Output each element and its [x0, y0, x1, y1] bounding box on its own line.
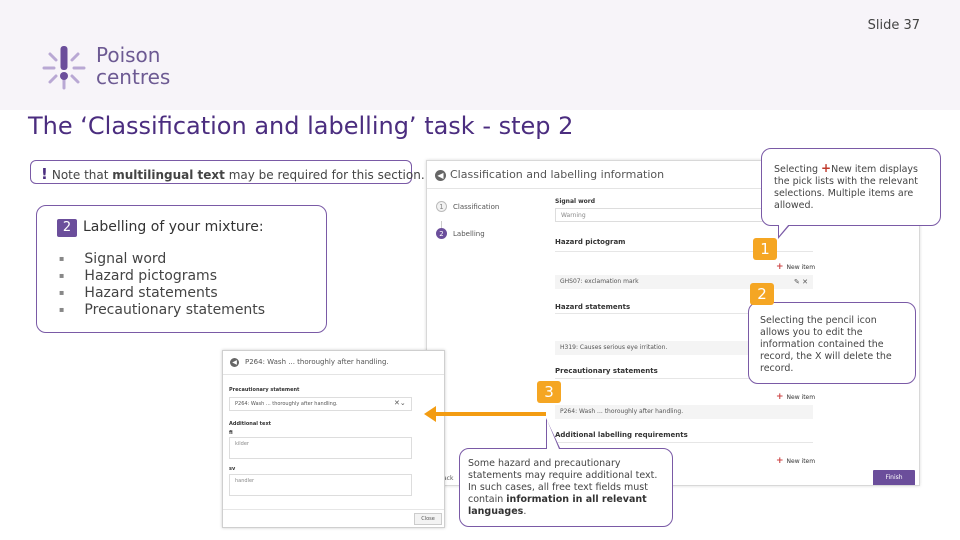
- callout1-tail-fill: [779, 224, 789, 236]
- precautionary-title: Precautionary statements: [555, 367, 658, 375]
- precautionary-statement-label: Precautionary statement: [229, 387, 300, 393]
- list-item: Hazard statements: [84, 285, 265, 302]
- hazard-statements-title: Hazard statements: [555, 303, 631, 311]
- labelling-heading: 2 Labelling of your mixture:: [57, 219, 264, 237]
- plus-icon: +: [776, 456, 784, 466]
- callout-new-item: Selecting +New item displays the pick li…: [761, 148, 941, 226]
- new-item-precautionary-button[interactable]: + New item: [776, 392, 815, 402]
- delete-x-icon[interactable]: ✕: [802, 278, 808, 286]
- callout1-before: Selecting: [774, 164, 822, 175]
- lang-sv-label: sv: [229, 466, 236, 472]
- callout3-tail-fill: [547, 420, 559, 449]
- detail-header: ◀ P264: Wash ... thoroughly after handlin…: [223, 351, 444, 375]
- hazard-statement-row: H319: Causes serious eye irritation.: [555, 341, 765, 355]
- slide-number: Slide 37: [867, 18, 920, 33]
- screen-header-title: Classification and labelling information: [450, 168, 665, 181]
- list-item: Hazard pictograms: [84, 268, 265, 285]
- chevron-down-icon[interactable]: ⌄: [400, 399, 406, 407]
- additional-text-label: Additional text: [229, 421, 272, 427]
- signal-word-select[interactable]: Warning: [555, 208, 775, 222]
- new-item-label: New item: [786, 264, 816, 271]
- logo-line-2: centres: [96, 65, 171, 89]
- labelling-heading-colon: :: [258, 219, 264, 235]
- new-item-label: New item: [786, 394, 816, 401]
- pictogram-row: GHS07: exclamation mark: [555, 275, 813, 289]
- text-field-sv[interactable]: handler: [229, 474, 412, 496]
- list-item: Precautionary statements: [84, 302, 265, 319]
- new-item-pictogram-button[interactable]: + New item: [776, 262, 815, 272]
- text-field-fi[interactable]: kilder: [229, 437, 412, 459]
- step-label: Classification: [453, 203, 500, 211]
- arrow-left-icon: [424, 406, 436, 422]
- step-labelling[interactable]: 2 Labelling: [436, 228, 485, 239]
- lang-fi-label: fi: [229, 430, 233, 436]
- labelling-heading-text: Labelling of your mixture: [83, 219, 259, 235]
- precautionary-statement-value: P264: Wash ... thoroughly after handling…: [235, 401, 338, 407]
- marker-3: 3: [537, 381, 561, 403]
- hazard-row-text: H319: Causes serious eye irritation.: [560, 344, 668, 351]
- logo-line-1: Poison: [96, 43, 161, 67]
- callout-pencil-icon: Selecting the pencil icon allows you to …: [748, 302, 916, 384]
- slide-title: The ‘Classification and labelling’ task …: [28, 112, 574, 140]
- poison-centres-logo-icon: [42, 46, 86, 90]
- pictogram-row-text: GHS07: exclamation mark: [560, 278, 639, 285]
- step-number: 2: [436, 228, 447, 239]
- multilingual-note: ! Note that multilingual text may be requ…: [30, 160, 425, 184]
- precautionary-row-text: P264: Wash ... thoroughly after handling…: [560, 408, 684, 415]
- precautionary-statement-select[interactable]: P264: Wash ... thoroughly after handling…: [229, 397, 412, 411]
- precautionary-row: P264: Wash ... thoroughly after handling…: [555, 405, 813, 419]
- step-label: Labelling: [453, 230, 485, 238]
- hazard-pictogram-title: Hazard pictogram: [555, 238, 626, 246]
- detail-header-title: P264: Wash ... thoroughly after handling…: [245, 358, 389, 366]
- arrow-line: [432, 412, 546, 416]
- step-classification[interactable]: 1 Classification: [436, 201, 499, 212]
- callout3-after: .: [523, 506, 527, 517]
- divider: [555, 442, 813, 443]
- plus-icon: +: [821, 161, 832, 175]
- callout-additional-text: Some hazard and precautionary statements…: [459, 448, 673, 527]
- divider: [223, 509, 444, 510]
- close-button[interactable]: Close: [414, 513, 442, 525]
- back-arrow-icon[interactable]: ◀: [435, 170, 446, 181]
- exclamation-icon: !: [41, 165, 48, 183]
- new-item-additional-button[interactable]: + New item: [776, 456, 815, 466]
- step-number: 1: [436, 201, 447, 212]
- list-item: Signal word: [84, 251, 265, 268]
- note-bold: multilingual text: [112, 168, 225, 182]
- pencil-icon[interactable]: ✎: [794, 278, 800, 286]
- plus-icon: +: [776, 262, 784, 272]
- precautionary-detail-screen: ◀ P264: Wash ... thoroughly after handlin…: [222, 350, 445, 528]
- labelling-list: Signal word Hazard pictograms Hazard sta…: [84, 251, 265, 319]
- marker-1: 1: [753, 238, 777, 260]
- finish-button[interactable]: Finish: [873, 470, 915, 485]
- note-suffix: may be required for this section.: [224, 168, 425, 182]
- signal-word-label: Signal word: [555, 198, 596, 205]
- select-controls: ✕⌄: [394, 399, 406, 407]
- step-badge: 2: [57, 219, 77, 237]
- marker-2: 2: [750, 283, 774, 305]
- note-prefix: Note that: [51, 168, 113, 182]
- back-arrow-icon[interactable]: ◀: [230, 358, 239, 367]
- labelling-box: 2 Labelling of your mixture: Signal word …: [36, 205, 327, 333]
- additional-labelling-title: Additional labelling requirements: [555, 431, 688, 439]
- logo-text: Poison centres: [96, 44, 170, 88]
- plus-icon: +: [776, 392, 784, 402]
- new-item-label: New item: [786, 458, 816, 465]
- row-actions: ✎ ✕: [794, 278, 808, 286]
- callout2-text: Selecting the pencil icon allows you to …: [760, 315, 892, 374]
